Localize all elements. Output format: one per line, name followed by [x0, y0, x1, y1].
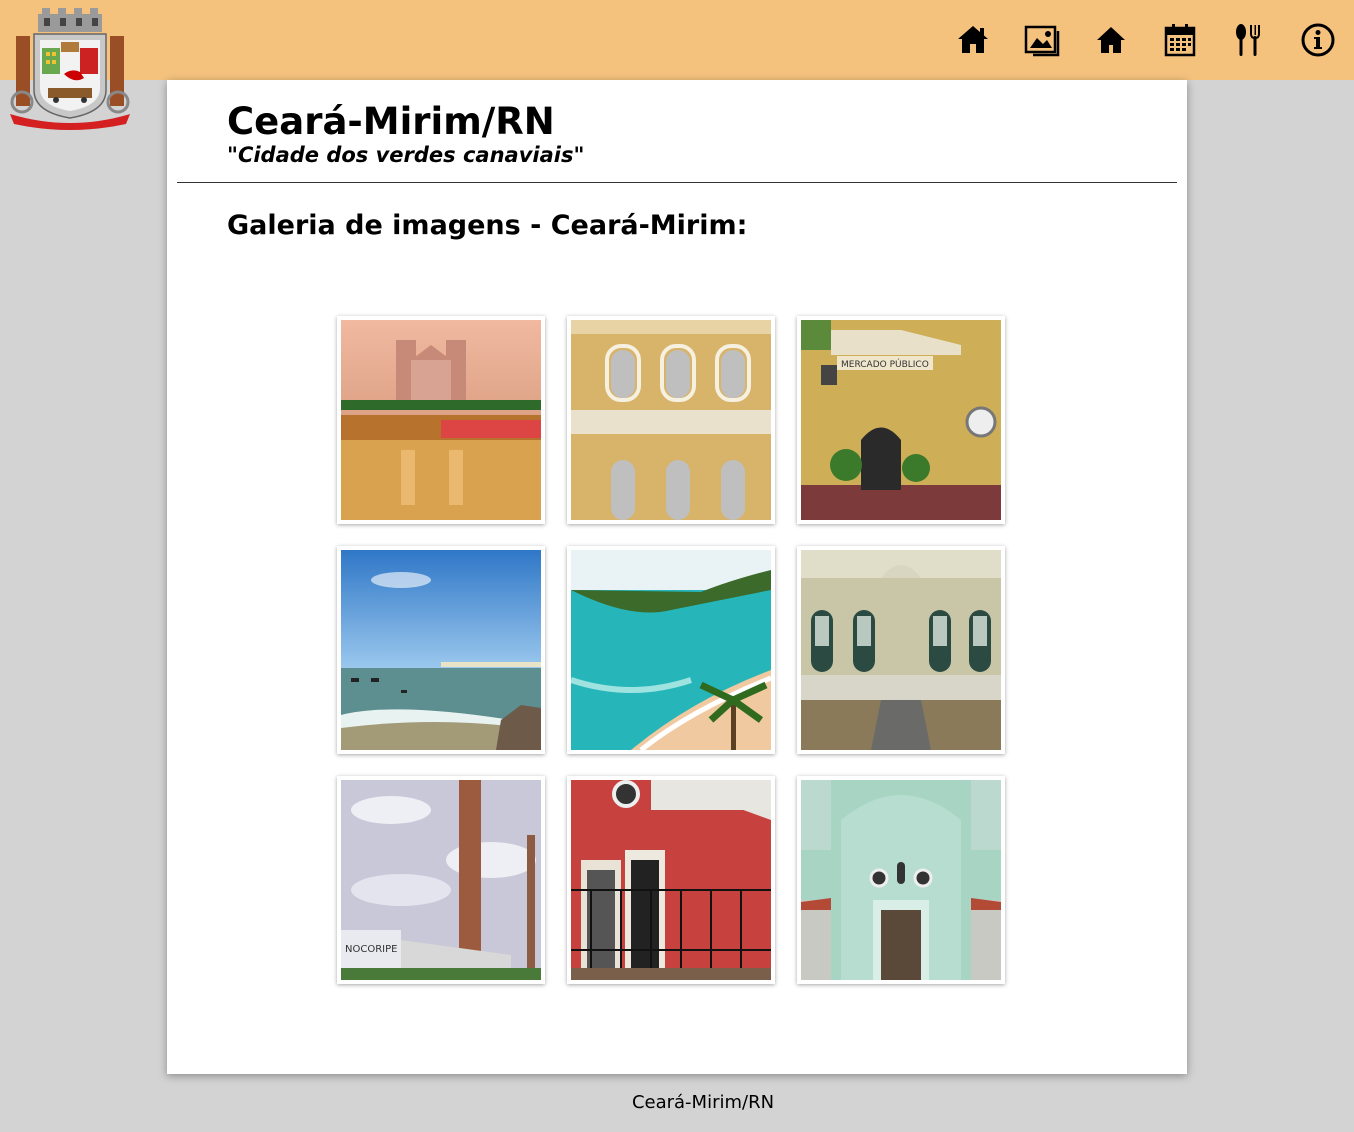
fork-knife-icon[interactable] — [1227, 18, 1271, 62]
beach-boats-photo[interactable] — [337, 546, 545, 754]
calendar-icon[interactable] — [1158, 18, 1202, 62]
info-icon[interactable] — [1296, 18, 1340, 62]
top-navigation — [926, 18, 1340, 62]
old-sugar-mill-house-photo[interactable] — [797, 546, 1005, 754]
house-icon[interactable] — [1089, 18, 1133, 62]
page-title: Ceará-Mirim/RN — [227, 100, 555, 143]
tropical-beach-photo[interactable] — [567, 546, 775, 754]
sugar-mill-chimney-photo[interactable]: NOCORIPE — [337, 776, 545, 984]
red-station-building-photo[interactable] — [567, 776, 775, 984]
home-icon[interactable] — [951, 18, 995, 62]
coat-of-arms-logo[interactable] — [8, 6, 132, 132]
footer-text: Ceará-Mirim/RN — [631, 1092, 775, 1113]
image-gallery-icon[interactable] — [1020, 18, 1064, 62]
gallery-heading: Galeria de imagens - Ceará-Mirim: — [227, 210, 748, 241]
public-market-photo[interactable]: MERCADO PÚBLICO — [797, 316, 1005, 524]
svg-text:NOCORIPE: NOCORIPE — [345, 944, 397, 955]
page-subtitle: "Cidade dos verdes canaviais" — [227, 143, 585, 167]
main-content-card: Ceará-Mirim/RN "Cidade dos verdes canavi… — [167, 80, 1187, 1074]
church-reflection-photo[interactable] — [337, 316, 545, 524]
svg-text:MERCADO PÚBLICO: MERCADO PÚBLICO — [841, 358, 929, 370]
green-chapel-photo[interactable] — [797, 776, 1005, 984]
header-divider — [177, 182, 1177, 183]
yellow-colonial-building-photo[interactable] — [567, 316, 775, 524]
